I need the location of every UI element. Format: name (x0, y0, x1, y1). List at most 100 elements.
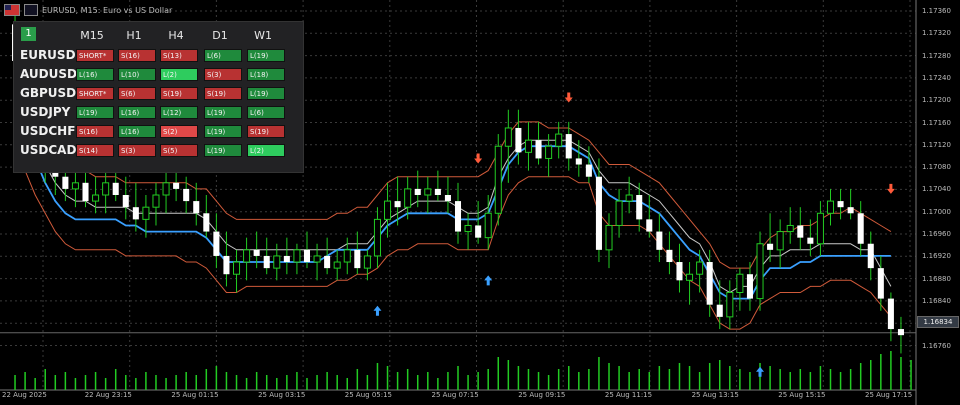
candle-body-bear (837, 201, 844, 208)
signal-cell-usdchf-w1[interactable]: S(19) (247, 125, 285, 138)
candle-body-bear (656, 231, 663, 250)
candle-body-bear (515, 127, 522, 153)
candle-body-bear (535, 140, 542, 159)
price-tick-label: 1.17320 (922, 29, 951, 38)
buy-arrow-icon (756, 366, 765, 377)
candle-body-bear (173, 182, 180, 189)
signal-cell-usdchf-m15[interactable]: S(16) (76, 125, 114, 138)
signal-cell-audusd-d1[interactable]: S(3) (204, 68, 242, 81)
signal-cell-eurusd-h1[interactable]: S(16) (118, 49, 156, 62)
candle-body-bull (404, 188, 412, 208)
signal-cell-usdcad-h4[interactable]: S(5) (160, 144, 198, 157)
signal-cell-usdcad-m15[interactable]: S(14) (76, 144, 114, 157)
candle-body-bull (333, 261, 341, 269)
chart-mode-icon[interactable] (24, 4, 38, 16)
buy-arrow-icon (484, 275, 493, 286)
price-tick-label: 1.16760 (922, 341, 951, 350)
signal-cell-usdjpy-h1[interactable]: L(16) (118, 106, 156, 119)
price-tick-label: 1.17360 (922, 7, 951, 15)
time-tick-label: 22 Aug 2025 (2, 391, 47, 399)
candle-body-bear (676, 262, 683, 281)
candle-body-bull (504, 127, 512, 147)
candle-body-bull (786, 224, 794, 233)
candle-body-bull (142, 206, 150, 220)
time-tick-label: 25 Aug 07:15 (431, 391, 479, 399)
candle-body-bear (746, 274, 753, 299)
signal-cell-usdcad-d1[interactable]: L(19) (204, 144, 242, 157)
symbol-label-eurusd[interactable]: EURUSD (20, 48, 76, 62)
candle-body-bear (303, 249, 311, 263)
candle-body-bull (605, 224, 613, 251)
price-tick-label: 1.17160 (922, 118, 951, 127)
candle-body-bull (293, 249, 301, 263)
signal-cell-usdchf-h4[interactable]: S(2) (160, 125, 198, 138)
signal-cell-usdchf-d1[interactable]: L(19) (204, 125, 242, 138)
timeframe-header-w1: W1 (254, 29, 272, 42)
candle-body-bull (424, 188, 432, 196)
signal-cell-usdjpy-w1[interactable]: L(6) (247, 106, 285, 119)
signal-cell-gbpusd-w1[interactable]: L(19) (247, 87, 285, 100)
candle-body-bull (243, 249, 251, 263)
candle-body-bear (646, 219, 653, 232)
signal-cell-gbpusd-m15[interactable]: SHORT* (76, 87, 114, 100)
symbol-label-usdjpy[interactable]: USDJPY (20, 105, 70, 119)
candle-body-bull (102, 182, 110, 196)
signal-cell-audusd-h4[interactable]: L(2) (160, 68, 198, 81)
candle-body-bear (666, 249, 673, 263)
timeframe-header-h4: H4 (168, 29, 184, 42)
candle-body-bull (726, 292, 734, 318)
timeframe-header-d1: D1 (212, 29, 228, 42)
time-tick-label: 25 Aug 01:15 (171, 391, 219, 399)
candle-body-bear (434, 188, 441, 195)
candle-body-bear (283, 255, 290, 263)
buy-arrow-icon (373, 305, 382, 316)
sell-arrow-icon (886, 183, 895, 194)
signal-cell-usdjpy-m15[interactable]: L(19) (76, 106, 114, 119)
candle-body-bear (767, 243, 774, 250)
candle-body-bear (132, 207, 139, 220)
price-tick-label: 1.17240 (922, 73, 951, 82)
candle-body-bear (797, 225, 804, 238)
symbol-label-usdcad[interactable]: USDCAD (20, 143, 76, 157)
signal-cell-audusd-w1[interactable]: L(18) (247, 68, 285, 81)
candle-body-bear (565, 134, 572, 159)
time-tick-label: 25 Aug 09:15 (518, 391, 566, 399)
signal-cell-eurusd-m15[interactable]: SHORT* (76, 49, 114, 62)
candle-body-bear (897, 329, 904, 336)
signal-cell-usdchf-h1[interactable]: L(16) (118, 125, 156, 138)
signal-cell-audusd-m15[interactable]: L(16) (76, 68, 114, 81)
signal-cell-usdcad-h1[interactable]: S(3) (118, 144, 156, 157)
signal-cell-gbpusd-h1[interactable]: S(6) (118, 87, 156, 100)
price-tick-label: 1.16880 (922, 274, 951, 283)
candle-body-bear (716, 304, 723, 317)
signal-cell-gbpusd-h4[interactable]: S(19) (160, 87, 198, 100)
signal-cell-gbpusd-d1[interactable]: S(19) (204, 87, 242, 100)
symbol-label-audusd[interactable]: AUDUSD (20, 67, 77, 81)
price-tick-label: 1.17080 (922, 163, 951, 172)
candle-body-bull (545, 145, 553, 159)
candle-body-bear (475, 225, 482, 238)
price-tick-label: 1.16960 (922, 230, 951, 238)
signal-cell-audusd-h1[interactable]: L(10) (118, 68, 156, 81)
signal-cell-eurusd-d1[interactable]: L(6) (204, 49, 242, 62)
price-tick-label: 1.17120 (922, 140, 951, 149)
price-tick-label: 1.16840 (922, 296, 951, 305)
signal-cell-eurusd-h4[interactable]: S(13) (160, 49, 198, 62)
signal-cell-usdjpy-d1[interactable]: L(19) (204, 106, 242, 119)
candle-body-bull (313, 255, 321, 263)
sell-arrow-icon (564, 92, 573, 103)
candle-body-bear (887, 298, 894, 330)
candle-body-bull (484, 212, 492, 239)
candle-body-bear (112, 182, 119, 195)
signal-cell-usdjpy-h4[interactable]: L(12) (160, 106, 198, 119)
price-tick-label: 1.17040 (922, 185, 951, 194)
candle-body-bear (62, 176, 69, 189)
signal-cell-usdcad-w1[interactable]: L(2) (247, 144, 285, 157)
time-tick-label: 25 Aug 05:15 (344, 391, 392, 399)
signal-cell-eurusd-w1[interactable]: L(19) (247, 49, 285, 62)
price-tick-label: 1.16920 (922, 252, 951, 261)
panel-badge[interactable]: 1 (21, 27, 36, 41)
symbol-label-gbpusd[interactable]: GBPUSD (20, 86, 76, 100)
symbol-label-usdchf[interactable]: USDCHF (20, 124, 75, 138)
candle-body-bear (595, 176, 602, 250)
